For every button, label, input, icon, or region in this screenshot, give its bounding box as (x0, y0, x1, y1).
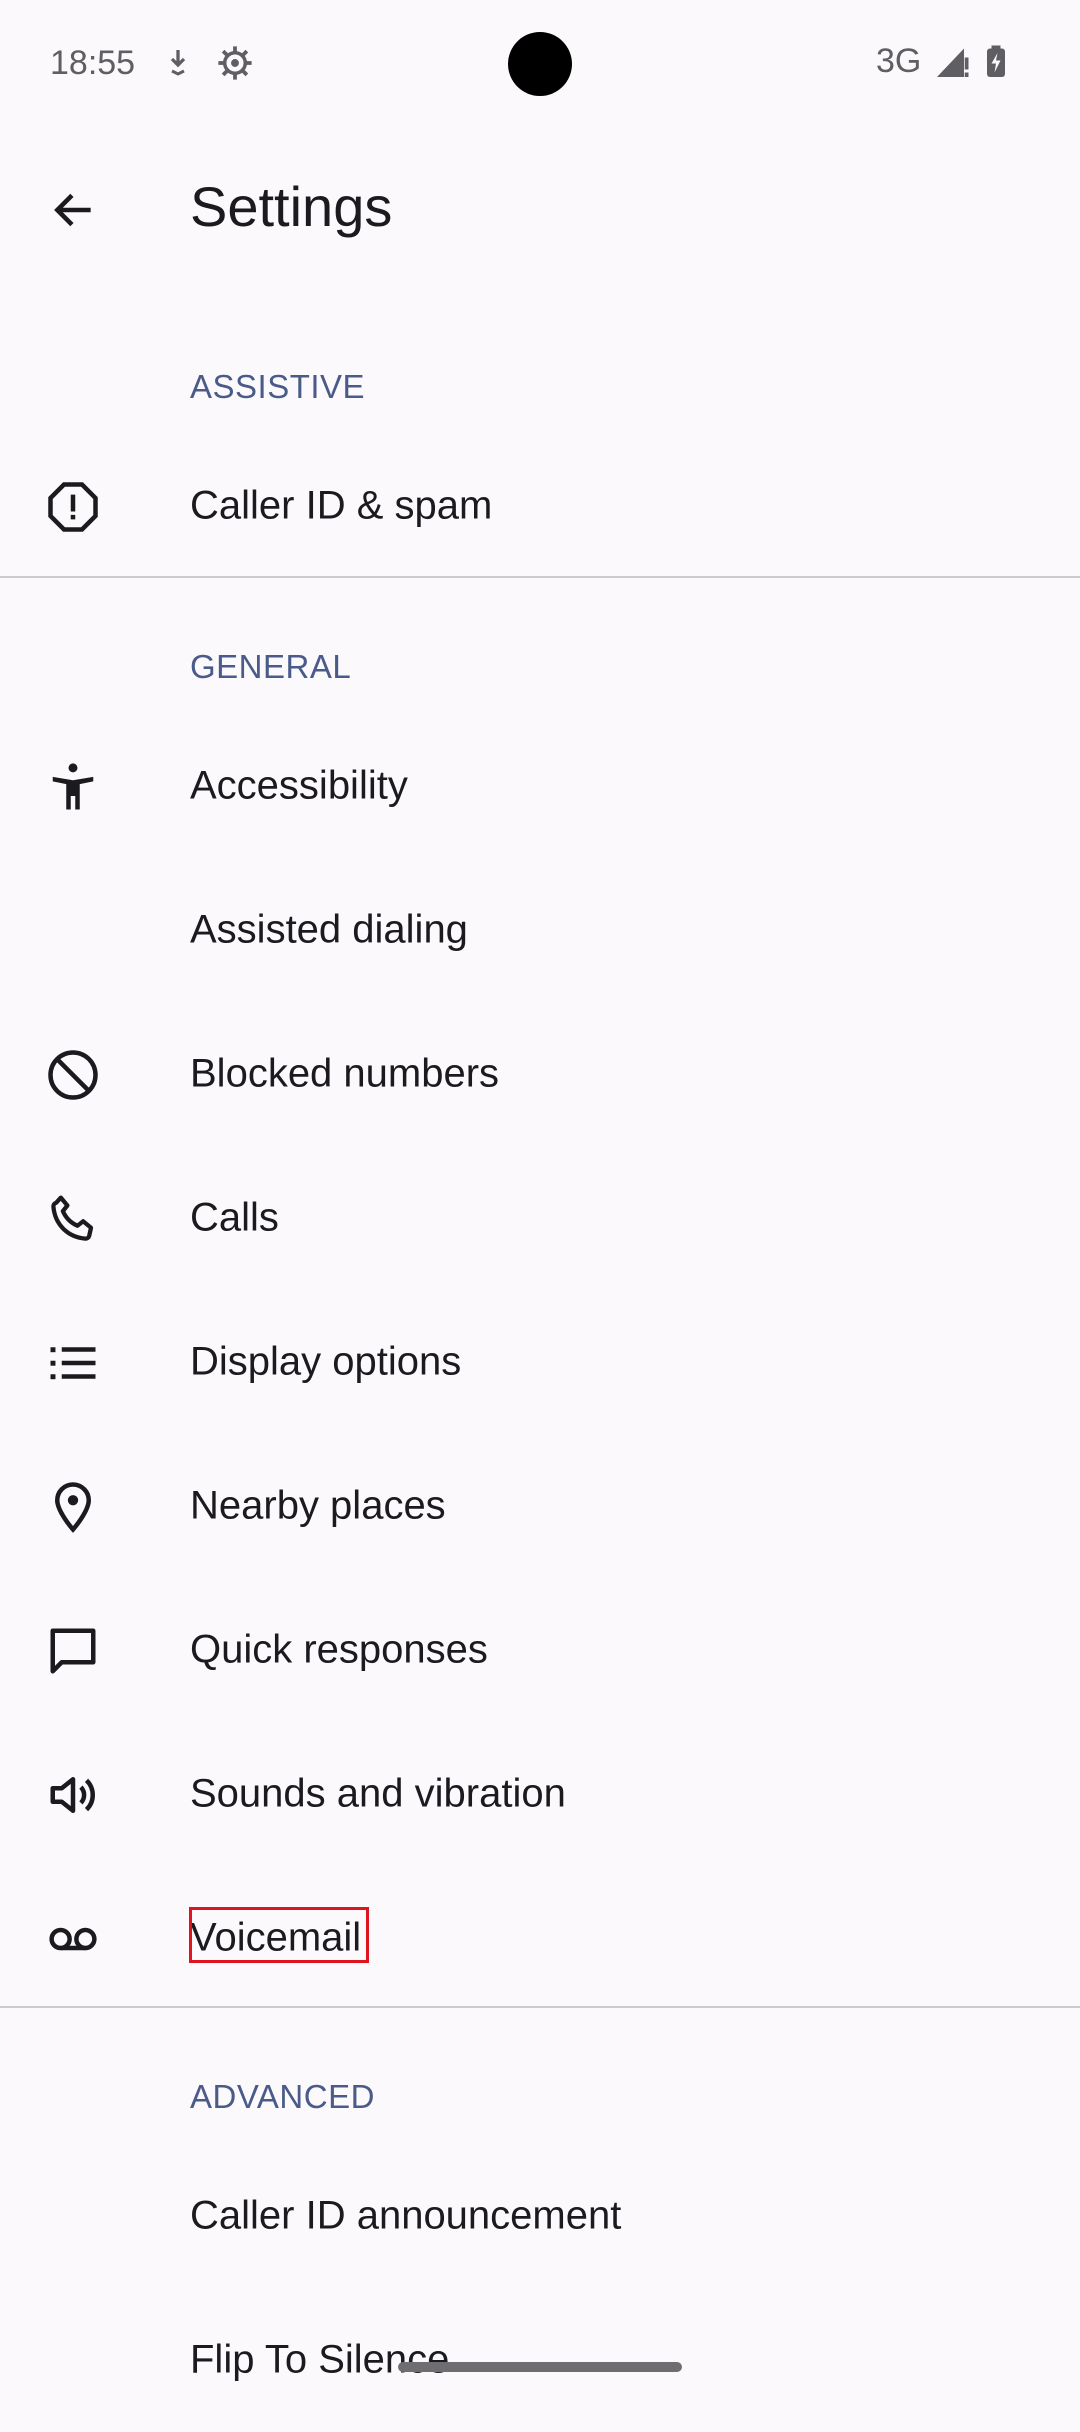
settings-item-label: Accessibility (190, 763, 408, 808)
settings-item-blocked-numbers[interactable]: Blocked numbers (0, 1002, 1080, 1146)
settings-item-display-options[interactable]: Display options (0, 1290, 1080, 1434)
settings-item-label: Display options (190, 1339, 462, 1384)
settings-item-calls[interactable]: Calls (0, 1146, 1080, 1290)
settings-item-label: Caller ID announcement (190, 2193, 622, 2238)
settings-item-label: Flip To Silence (190, 2337, 450, 2382)
alert-octagon-icon (44, 478, 102, 536)
section-header-general: GENERAL (190, 648, 352, 685)
voicemail-icon (44, 1910, 102, 1968)
page-title: Settings (190, 175, 393, 238)
phone-icon (44, 1190, 102, 1248)
section-header-assistive: ASSISTIVE (190, 368, 366, 405)
chat-bubble-icon (44, 1622, 102, 1680)
settings-item-label: Caller ID & spam (190, 483, 493, 528)
network-type: 3G (876, 42, 922, 80)
location-pin-icon (44, 1478, 102, 1536)
settings-gear-icon (216, 44, 252, 80)
status-time: 18:55 (50, 44, 136, 82)
section-header-advanced: ADVANCED (190, 2078, 375, 2115)
camera-cutout (508, 32, 572, 96)
settings-item-sounds-vibration[interactable]: Sounds and vibration (0, 1722, 1080, 1866)
battery-icon (978, 44, 1014, 80)
volume-icon (44, 1766, 102, 1824)
divider (0, 2006, 1080, 2008)
settings-item-label: Nearby places (190, 1483, 446, 1528)
back-button[interactable] (36, 172, 112, 248)
settings-item-caller-id-spam[interactable]: Caller ID & spam (0, 434, 1080, 578)
settings-item-accessibility[interactable]: Accessibility (0, 714, 1080, 858)
settings-item-quick-responses[interactable]: Quick responses (0, 1578, 1080, 1722)
settings-item-nearby-places[interactable]: Nearby places (0, 1434, 1080, 1578)
settings-item-label: Blocked numbers (190, 1051, 500, 1096)
settings-item-voicemail[interactable]: Voicemail (0, 1866, 1080, 2010)
accessibility-icon (44, 758, 102, 816)
settings-item-label: Sounds and vibration (190, 1771, 566, 1816)
home-gesture-bar[interactable] (398, 2362, 682, 2372)
settings-item-label: Calls (190, 1195, 279, 1240)
app-bar: Settings (0, 150, 1080, 270)
signal-icon (934, 44, 970, 80)
status-bar: 18:55 3G (0, 0, 1080, 130)
settings-item-label: Assisted dialing (190, 907, 468, 952)
settings-item-caller-id-announcement[interactable]: Caller ID announcement (0, 2144, 1080, 2288)
download-icon (160, 44, 196, 80)
divider (0, 576, 1080, 578)
block-icon (44, 1046, 102, 1104)
selection-highlight (189, 1907, 369, 1963)
list-icon (44, 1334, 102, 1392)
arrow-back-icon (54, 193, 91, 227)
settings-item-assisted-dialing[interactable]: Assisted dialing (0, 858, 1080, 1002)
settings-item-flip-to-silence[interactable]: Flip To Silence (0, 2288, 1080, 2432)
settings-item-label: Quick responses (190, 1627, 488, 1672)
